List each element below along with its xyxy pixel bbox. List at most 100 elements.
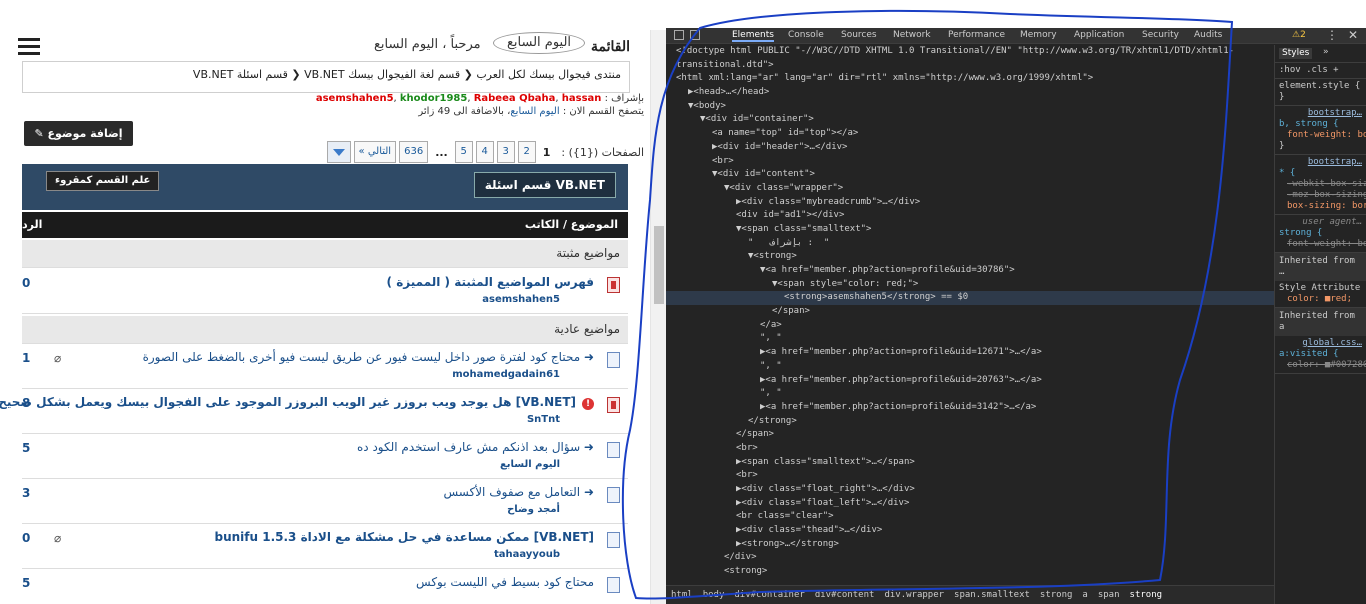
scrollbar-thumb[interactable] (654, 226, 664, 304)
dom-node-line[interactable]: ▶<a href="member.php?action=profile&uid=… (666, 346, 1274, 360)
page-link[interactable]: 636 (399, 141, 429, 163)
dom-node-line[interactable]: ▼<div id="container"> (666, 113, 1274, 127)
styles-filter[interactable]: :hov .cls + (1275, 63, 1366, 79)
tab-performance[interactable]: Performance (948, 30, 1005, 40)
dom-node-line[interactable]: ▼<span style="color: red;"> (666, 278, 1274, 292)
dom-node-line[interactable]: <br> (666, 155, 1274, 169)
thread-title[interactable]: محتاج كود بسيط في الليست بوكس (416, 575, 594, 589)
moderator-link[interactable]: hassan (562, 93, 602, 104)
table-row[interactable]: ➜ سؤال بعد اذنكم مش عارف استخدم الكود ده… (22, 435, 628, 479)
breadcrumb-text[interactable]: منتدى فيجوال بيسك لكل العرب ❮ قسم لغة ال… (193, 68, 621, 81)
dom-node-line[interactable]: ", " (666, 332, 1274, 346)
dom-crumb[interactable]: div.wrapper (884, 590, 944, 600)
tab-network[interactable]: Network (893, 30, 931, 40)
dom-node-line[interactable]: ▶<strong>…</strong> (666, 538, 1274, 552)
thread-title[interactable]: ➜ سؤال بعد اذنكم مش عارف استخدم الكود ده (357, 440, 594, 454)
tab-sources[interactable]: Sources (841, 30, 877, 40)
thread-author[interactable]: tahaayyoub (494, 549, 560, 560)
rule-property[interactable]: -webkit-box-sizing: border-box; (1279, 179, 1366, 190)
dom-node-line[interactable]: <br class="clear"> (666, 510, 1274, 524)
tab-application[interactable]: Application (1074, 30, 1124, 40)
style-rule[interactable]: bootstrap… * { -webkit-box-sizing: borde… (1275, 155, 1366, 215)
dom-node-line[interactable]: </a> (666, 319, 1274, 333)
thread-title[interactable]: [VB.NET] ممكن مساعدة في حل مشكلة مع الاد… (214, 530, 594, 544)
dom-node-line[interactable]: ▼<div class="wrapper"> (666, 182, 1274, 196)
dom-crumb[interactable]: body (703, 590, 725, 600)
next-page-link[interactable]: التالي » (353, 141, 397, 163)
dom-node-line[interactable]: ", " (666, 387, 1274, 401)
dom-node-line[interactable]: ▶<head>…</head> (666, 86, 1274, 100)
table-row[interactable]: محتاج كود بسيط في الليست بوكس 5 (22, 570, 628, 604)
page-link[interactable]: 5 (454, 141, 473, 163)
rule-source-link[interactable]: global.css… (1279, 338, 1362, 349)
table-row[interactable]: ➜ محتاج كود لفترة صور داخل ليست فيور عن … (22, 345, 628, 389)
thread-title[interactable]: [VB.NET] هل يوجد ويب بروزر غير الويب الب… (0, 395, 576, 409)
thread-title[interactable]: ➜ التعامل مع صفوف الأكسس (444, 485, 595, 499)
rule-property[interactable]: box-sizing: border-box; (1279, 201, 1366, 212)
dom-node-line[interactable]: ▶<div id="header">…</div> (666, 141, 1274, 155)
dom-node-line[interactable]: ▼<a href="member.php?action=profile&uid=… (666, 264, 1274, 278)
dom-crumb[interactable]: html (671, 590, 693, 600)
dom-node-line[interactable]: <html xml:lang="ar" lang="ar" dir="rtl" … (666, 72, 1274, 86)
thread-title[interactable]: فهرس المواضيع المثبتة ( المميزة ) (387, 275, 594, 289)
style-rule[interactable]: bootstrap… b, strong { font-weight: bold… (1275, 106, 1366, 155)
element-style-rule[interactable]: element.style {} (1275, 79, 1366, 106)
moderator-link[interactable]: Rabeea Qbaha (474, 93, 556, 104)
dom-node-line[interactable]: ▶<a href="member.php?action=profile&uid=… (666, 374, 1274, 388)
moderator-link[interactable]: asemshahen5 (316, 93, 394, 104)
dom-node-line[interactable]: <br> (666, 442, 1274, 456)
dom-node-line[interactable]: ▼<div id="content"> (666, 168, 1274, 182)
dom-node-line[interactable]: <!doctype html PUBLIC "-//W3C//DTD XHTML… (666, 45, 1274, 59)
dom-node-line[interactable]: </span> (666, 305, 1274, 319)
page-link[interactable]: 2 (517, 141, 536, 163)
dom-node-line[interactable]: " بإشراف : " (666, 237, 1274, 251)
more-tabs-icon[interactable]: » (1323, 47, 1328, 58)
page-jump-dropdown-icon[interactable] (326, 141, 351, 163)
rule-source-link[interactable]: bootstrap… (1279, 108, 1362, 119)
page-link[interactable]: 4 (475, 141, 494, 163)
dom-node-line[interactable]: transitional.dtd"> (666, 59, 1274, 73)
table-row[interactable]: فهرس المواضيع المثبتة ( المميزة ) asemsh… (22, 270, 628, 314)
col-topic[interactable]: الموضوع / الكاتب (525, 218, 618, 231)
dom-crumb[interactable]: span.smalltext (954, 590, 1030, 600)
dom-node-line[interactable]: <br> (666, 469, 1274, 483)
tab-styles[interactable]: Styles (1279, 48, 1313, 59)
dom-node-line[interactable]: </span> (666, 428, 1274, 442)
site-logo[interactable]: اليوم السابع (493, 32, 585, 54)
style-rule[interactable]: user agent… strong { font-weight: bold; (1275, 215, 1366, 253)
table-row[interactable]: ! [VB.NET] هل يوجد ويب بروزر غير الويب ا… (0, 390, 628, 434)
dom-node-line[interactable]: <strong>asemshahen5</strong> == $0 (666, 291, 1274, 306)
dom-node-line[interactable]: ▼<strong> (666, 250, 1274, 264)
table-row[interactable]: ➜ التعامل مع صفوف الأكسس أمجد وضاح 3 (22, 480, 628, 524)
menu-title[interactable]: القائمة (591, 39, 630, 55)
dom-crumb[interactable]: strong (1130, 590, 1163, 600)
thread-author[interactable]: mohamedgadain61 (452, 369, 560, 380)
rule-property[interactable]: color: ■red; (1279, 294, 1362, 305)
dom-node-line[interactable]: ▶<span class="smalltext">…</span> (666, 456, 1274, 470)
table-row[interactable]: [VB.NET] ممكن مساعدة في حل مشكلة مع الاد… (22, 525, 628, 569)
inspect-icon[interactable] (674, 30, 684, 40)
thread-author[interactable]: asemshahen5 (482, 294, 560, 305)
rule-source-link[interactable]: bootstrap… (1279, 157, 1362, 168)
dom-node-line[interactable]: ▶<div class="float_right">…</div> (666, 483, 1274, 497)
dom-node-line[interactable]: </div> (666, 551, 1274, 565)
tab-memory[interactable]: Memory (1020, 30, 1057, 40)
add-topic-button[interactable]: ✎ إضافة موضوع (24, 121, 133, 146)
style-rule[interactable]: Style Attribute { color: ■red; (1275, 281, 1366, 308)
tab-audits[interactable]: Audits (1194, 30, 1222, 40)
dom-crumb[interactable]: div#content (815, 590, 875, 600)
thread-author[interactable]: SnTnt (527, 414, 560, 425)
dom-node-line[interactable]: ▶<div class="thead">…</div> (666, 524, 1274, 538)
rule-property[interactable]: font-weight: bold; (1279, 130, 1366, 141)
dom-crumb[interactable]: strong (1040, 590, 1073, 600)
dom-node-line[interactable]: </strong> (666, 415, 1274, 429)
dom-node-line[interactable]: <strong> (666, 565, 1274, 579)
dom-node-line[interactable]: ▶<div class="float_left">…</div> (666, 497, 1274, 511)
dom-crumb[interactable]: span (1098, 590, 1120, 600)
col-replies[interactable]: الرد (22, 218, 42, 231)
page-link[interactable]: 3 (496, 141, 515, 163)
page-scrollbar[interactable] (650, 30, 666, 604)
rule-property[interactable]: -moz-box-sizing: border-box; (1279, 190, 1366, 201)
menu-icon[interactable] (18, 38, 40, 55)
moderator-link[interactable]: khodor1985 (400, 93, 467, 104)
